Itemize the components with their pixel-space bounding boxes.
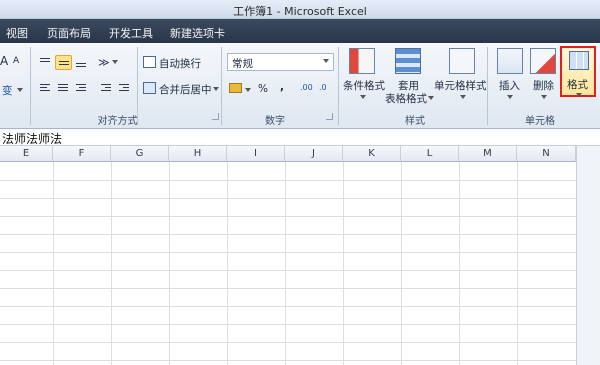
merge-center-button[interactable]: 合并后居中 bbox=[159, 82, 212, 97]
tab-view[interactable]: 视图 bbox=[6, 25, 28, 41]
chevron-down-icon[interactable] bbox=[507, 95, 513, 99]
number-dialog-launcher-icon[interactable] bbox=[326, 113, 333, 120]
shrink-font-button[interactable]: A bbox=[13, 56, 19, 66]
cell-styles-button[interactable]: 单元格样式 bbox=[434, 78, 487, 93]
number-format-dropdown[interactable]: 常规 bbox=[227, 53, 334, 71]
tab-page-layout[interactable]: 页面布局 bbox=[47, 25, 91, 41]
formula-bar[interactable]: 法师法师法 bbox=[0, 129, 600, 146]
group-separator bbox=[338, 47, 339, 125]
cells-group-label: 单元格 bbox=[525, 116, 555, 127]
align-left-button[interactable] bbox=[37, 81, 54, 96]
chevron-down-icon bbox=[576, 93, 582, 97]
column-header-n[interactable]: N bbox=[517, 146, 576, 162]
comma-style-button[interactable]: , bbox=[280, 81, 284, 93]
increase-decimal-button[interactable]: .00 bbox=[300, 83, 313, 92]
delete-cells-button[interactable]: 删除 bbox=[533, 78, 554, 93]
column-header-e[interactable]: E bbox=[0, 146, 53, 162]
gridline bbox=[0, 216, 576, 217]
chevron-down-icon[interactable] bbox=[428, 96, 434, 100]
chevron-down-icon[interactable] bbox=[17, 88, 23, 92]
delete-cells-icon bbox=[530, 48, 556, 74]
gridline bbox=[0, 288, 576, 289]
align-bottom-button[interactable] bbox=[73, 55, 90, 70]
tab-new-tab[interactable]: 新建选项卡 bbox=[170, 25, 225, 41]
group-separator bbox=[487, 47, 488, 125]
format-cells-label: 格式 bbox=[567, 79, 588, 91]
align-top-button[interactable] bbox=[37, 55, 54, 70]
gridline bbox=[343, 162, 344, 365]
align-right-button[interactable] bbox=[73, 81, 90, 96]
percent-style-button[interactable]: % bbox=[258, 83, 268, 95]
worksheet-grid[interactable] bbox=[0, 162, 576, 365]
decrease-indent-button[interactable] bbox=[98, 81, 115, 96]
gridline bbox=[0, 342, 576, 343]
tab-developer[interactable]: 开发工具 bbox=[109, 25, 153, 41]
column-header-h[interactable]: H bbox=[169, 146, 227, 162]
column-header-j[interactable]: J bbox=[285, 146, 343, 162]
ribbon: A A 变 ≫ 自动换行 合并后居中 对齐方式 常规 % , .00 .0 数字… bbox=[0, 43, 600, 129]
merge-icon bbox=[143, 82, 156, 94]
gridline bbox=[401, 162, 402, 365]
group-separator bbox=[30, 47, 31, 125]
gridline bbox=[0, 360, 576, 361]
alignment-group-label: 对齐方式 bbox=[97, 116, 138, 127]
chevron-down-icon[interactable] bbox=[360, 95, 366, 99]
number-group-label: 数字 bbox=[265, 116, 285, 127]
group-separator bbox=[221, 47, 222, 125]
format-as-table-icon bbox=[395, 48, 421, 74]
phonetic-button[interactable]: 变 bbox=[2, 83, 13, 98]
styles-group-label: 样式 bbox=[405, 116, 425, 127]
number-format-value: 常规 bbox=[232, 58, 253, 70]
gridline bbox=[169, 162, 170, 365]
grow-font-button[interactable]: A bbox=[0, 54, 8, 68]
chevron-down-icon[interactable] bbox=[541, 95, 547, 99]
column-header-i[interactable]: I bbox=[227, 146, 285, 162]
format-as-table-button[interactable]: 表格格式 bbox=[385, 91, 427, 106]
column-header-g[interactable]: G bbox=[111, 146, 169, 162]
gridline bbox=[0, 234, 576, 235]
chevron-down-icon[interactable] bbox=[213, 87, 219, 91]
title-bar: 工作簿1 - Microsoft Excel bbox=[0, 0, 600, 19]
column-header-m[interactable]: M bbox=[459, 146, 517, 162]
wrap-text-button[interactable]: 自动换行 bbox=[159, 56, 201, 71]
gridline bbox=[53, 162, 54, 365]
column-header-f[interactable]: F bbox=[53, 146, 111, 162]
window-title: 工作簿1 - Microsoft Excel bbox=[233, 5, 367, 18]
vertical-scrollbar[interactable] bbox=[576, 146, 600, 365]
alignment-dialog-launcher-icon[interactable] bbox=[212, 113, 219, 120]
chevron-down-icon[interactable] bbox=[245, 88, 251, 92]
gridline bbox=[285, 162, 286, 365]
gridline bbox=[0, 198, 576, 199]
column-header-l[interactable]: L bbox=[401, 146, 459, 162]
gridline bbox=[0, 324, 576, 325]
gridline bbox=[227, 162, 228, 365]
wrap-text-icon bbox=[143, 56, 156, 68]
conditional-formatting-icon bbox=[349, 48, 375, 74]
chevron-down-icon[interactable] bbox=[112, 60, 118, 64]
column-header-k[interactable]: K bbox=[343, 146, 401, 162]
align-center-button[interactable] bbox=[55, 81, 72, 96]
gridline bbox=[111, 162, 112, 365]
gridline bbox=[459, 162, 460, 365]
gridline bbox=[517, 162, 518, 365]
accounting-format-icon[interactable] bbox=[229, 83, 242, 93]
increase-indent-button[interactable] bbox=[116, 81, 133, 96]
gridline bbox=[0, 252, 576, 253]
insert-cells-icon bbox=[497, 48, 523, 74]
formula-bar-content: 法师法师法 bbox=[2, 132, 63, 146]
gridline bbox=[0, 180, 576, 181]
gridline bbox=[0, 306, 576, 307]
cell-styles-icon bbox=[449, 48, 475, 74]
format-cells-icon bbox=[569, 51, 589, 70]
insert-cells-button[interactable]: 插入 bbox=[499, 78, 520, 93]
gridline bbox=[0, 270, 576, 271]
conditional-formatting-button[interactable]: 条件格式 bbox=[343, 78, 385, 93]
format-cells-button[interactable]: 格式 bbox=[560, 46, 596, 97]
chevron-down-icon bbox=[323, 59, 329, 63]
ribbon-tab-bar: 视图 页面布局 开发工具 新建选项卡 bbox=[0, 19, 600, 43]
chevron-down-icon[interactable] bbox=[460, 95, 466, 99]
orientation-icon[interactable]: ≫ bbox=[98, 56, 110, 69]
align-middle-button[interactable] bbox=[55, 55, 72, 70]
decrease-decimal-button[interactable]: .0 bbox=[319, 83, 327, 92]
